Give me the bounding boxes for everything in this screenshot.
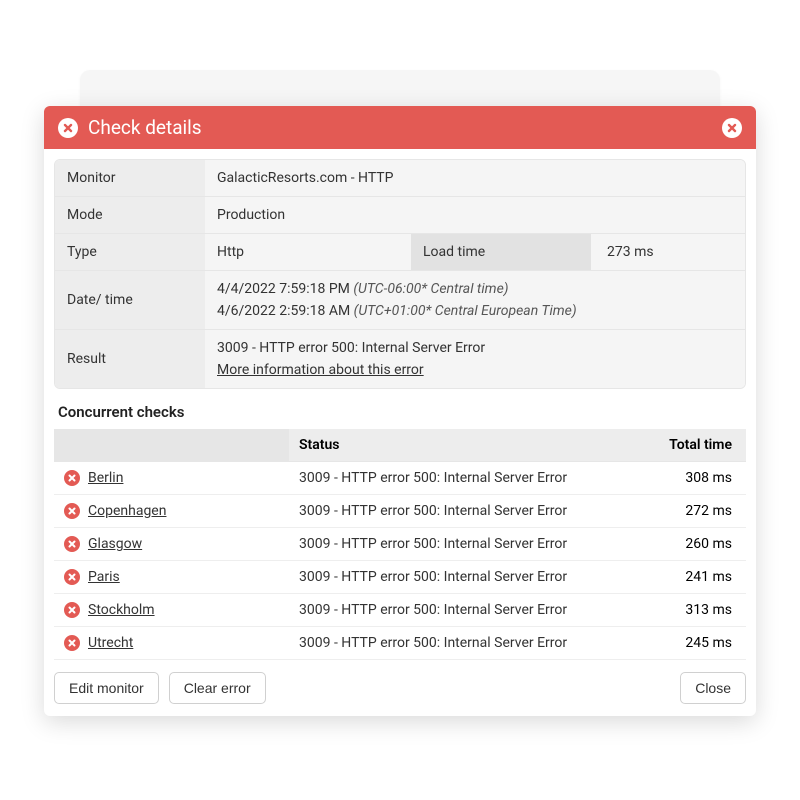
cell-location: Paris [54,561,289,593]
label-type: Type [55,234,205,270]
table-row: Glasgow 3009 - HTTP error 500: Internal S… [54,528,746,561]
error-icon [58,118,78,138]
cell-status: 3009 - HTTP error 500: Internal Server E… [289,495,616,527]
cell-total-time: 260 ms [616,528,746,560]
result-text: 3009 - HTTP error 500: Internal Server E… [217,340,733,356]
table-row: Berlin 3009 - HTTP error 500: Internal Se… [54,462,746,495]
footer-spacer [276,672,671,704]
error-icon [64,569,80,585]
error-icon [64,503,80,519]
cell-total-time: 272 ms [616,495,746,527]
edit-monitor-button[interactable]: Edit monitor [54,672,159,704]
clear-error-button[interactable]: Clear error [169,672,266,704]
table-row: Copenhagen 3009 - HTTP error 500: Interna… [54,495,746,528]
value-datetime: 4/4/2022 7:59:18 PM (UTC-06:00* Central … [205,271,745,329]
label-loadtime: Load time [411,234,591,270]
check-details-modal: Check details Monitor GalacticResorts.co… [44,106,756,716]
row-mode: Mode Production [55,197,745,234]
value-loadtime: 273 ms [595,234,745,270]
value-mode: Production [205,197,745,233]
cell-status: 3009 - HTTP error 500: Internal Server E… [289,462,616,494]
cell-total-time: 313 ms [616,594,746,626]
head-location [54,429,289,461]
error-icon [64,635,80,651]
location-link[interactable]: Stockholm [88,602,155,618]
value-type-wrap: Http Load time 273 ms [205,234,745,270]
datetime-2-tz: (UTC+01:00* Central European Time) [354,303,577,319]
label-monitor: Monitor [55,160,205,196]
result-more-info-link[interactable]: More information about this error [217,362,733,378]
table-row: Paris 3009 - HTTP error 500: Internal Ser… [54,561,746,594]
label-result: Result [55,330,205,388]
table-row: Utrecht 3009 - HTTP error 500: Internal S… [54,627,746,660]
datetime-1-tz: (UTC-06:00* Central time) [353,281,508,297]
cell-status: 3009 - HTTP error 500: Internal Server E… [289,528,616,560]
location-link[interactable]: Glasgow [88,536,142,552]
cell-location: Utrecht [54,627,289,659]
head-total-time: Total time [616,429,746,461]
row-datetime: Date/ time 4/4/2022 7:59:18 PM (UTC-06:0… [55,271,745,330]
error-icon [64,470,80,486]
close-icon[interactable] [722,118,742,138]
table-row: Stockholm 3009 - HTTP error 500: Internal… [54,594,746,627]
modal-header: Check details [44,106,756,149]
value-result: 3009 - HTTP error 500: Internal Server E… [205,330,745,388]
cell-location: Berlin [54,462,289,494]
location-link[interactable]: Berlin [88,470,123,486]
row-type: Type Http Load time 273 ms [55,234,745,271]
datetime-1-main: 4/4/2022 7:59:18 PM [217,281,350,297]
value-monitor: GalacticResorts.com - HTTP [205,160,745,196]
head-status: Status [289,429,616,461]
details-table: Monitor GalacticResorts.com - HTTP Mode … [54,159,746,389]
concurrent-head-row: Status Total time [54,429,746,462]
cell-total-time: 241 ms [616,561,746,593]
location-link[interactable]: Paris [88,569,120,585]
cell-status: 3009 - HTTP error 500: Internal Server E… [289,594,616,626]
location-link[interactable]: Utrecht [88,635,133,651]
error-icon [64,536,80,552]
modal-body: Monitor GalacticResorts.com - HTTP Mode … [44,149,756,660]
cell-location: Copenhagen [54,495,289,527]
modal-footer: Edit monitor Clear error Close [44,660,756,716]
concurrent-checks-title: Concurrent checks [58,403,746,421]
concurrent-checks-table: Status Total time Berlin 3009 - HTTP erro… [54,429,746,660]
datetime-line-2: 4/6/2022 2:59:18 AM (UTC+01:00* Central … [217,303,733,319]
cell-location: Glasgow [54,528,289,560]
datetime-line-1: 4/4/2022 7:59:18 PM (UTC-06:00* Central … [217,281,733,297]
cell-status: 3009 - HTTP error 500: Internal Server E… [289,561,616,593]
cell-total-time: 308 ms [616,462,746,494]
value-type: Http [205,234,407,270]
modal-title: Check details [88,116,712,139]
datetime-2-main: 4/6/2022 2:59:18 AM [217,303,350,319]
cell-total-time: 245 ms [616,627,746,659]
cell-location: Stockholm [54,594,289,626]
error-icon [64,602,80,618]
row-result: Result 3009 - HTTP error 500: Internal S… [55,330,745,388]
label-datetime: Date/ time [55,271,205,329]
cell-status: 3009 - HTTP error 500: Internal Server E… [289,627,616,659]
close-button[interactable]: Close [680,672,746,704]
label-mode: Mode [55,197,205,233]
row-monitor: Monitor GalacticResorts.com - HTTP [55,160,745,197]
location-link[interactable]: Copenhagen [88,503,166,519]
